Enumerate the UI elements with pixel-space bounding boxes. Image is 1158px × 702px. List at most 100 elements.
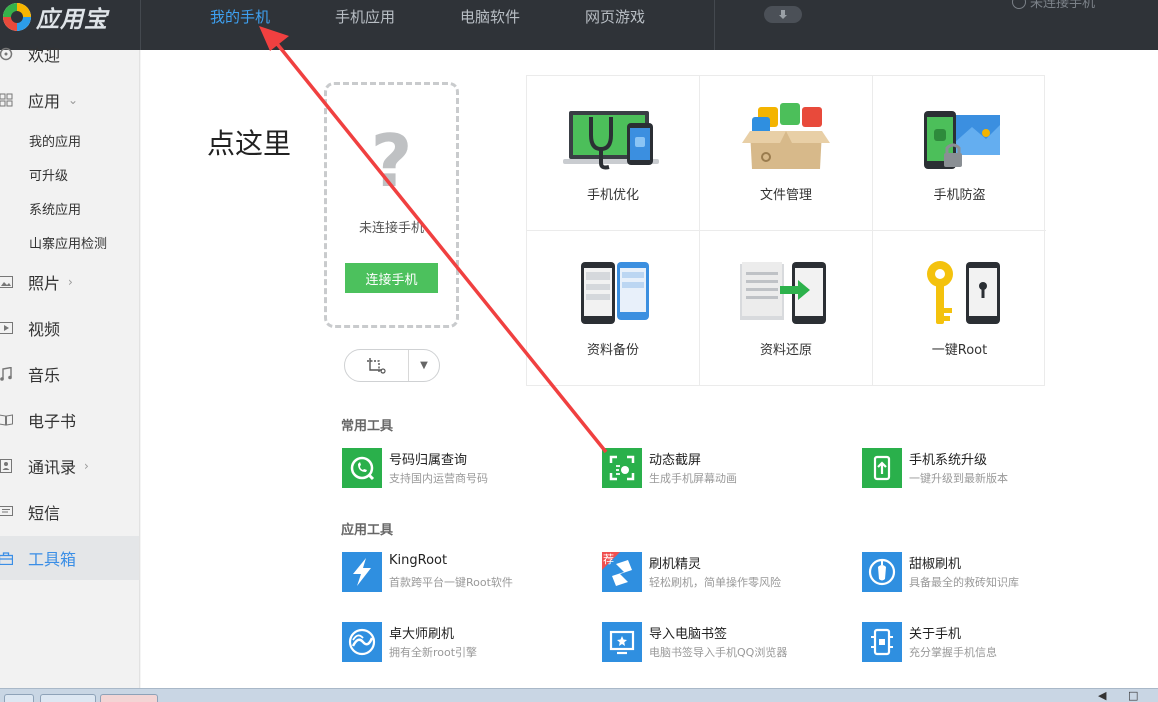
feature-tile-phone-optimize[interactable]: 手机优化 bbox=[527, 76, 700, 231]
recommend-badge: 荐 bbox=[603, 553, 614, 566]
tab-phone-apps[interactable]: 手机应用 bbox=[335, 6, 395, 27]
connection-status[interactable]: 未连接手机 bbox=[1012, 0, 1095, 11]
phone-search-icon bbox=[342, 448, 382, 488]
taskbar-button[interactable] bbox=[40, 694, 96, 702]
sidebar-item-label: 工具箱 bbox=[28, 550, 77, 569]
phone-placeholder-card: ? 未连接手机 连接手机 bbox=[324, 82, 459, 328]
window-icon[interactable]: □ bbox=[1128, 689, 1138, 702]
video-icon bbox=[0, 320, 14, 336]
welcome-icon bbox=[0, 46, 14, 62]
sidebar-subitem-system-apps[interactable]: 系统应用 bbox=[29, 199, 81, 218]
sidebar-item-ebook[interactable]: 电子书 bbox=[0, 404, 139, 436]
taskbar-button[interactable] bbox=[100, 694, 158, 702]
tab-my-phone[interactable]: 我的手机 bbox=[210, 6, 270, 27]
screenshot-button[interactable] bbox=[345, 350, 409, 381]
download-icon bbox=[779, 9, 787, 19]
photo-icon bbox=[0, 274, 14, 290]
sidebar-item-apps[interactable]: 应用 ⌄ bbox=[0, 84, 139, 116]
tool-number-lookup[interactable]: 号码归属查询 支持国内运营商号码 bbox=[342, 448, 582, 490]
sidebar-item-contacts[interactable]: 通讯录 › bbox=[0, 450, 139, 482]
tool-about-phone[interactable]: 关于手机 充分掌握手机信息 bbox=[862, 622, 1102, 664]
question-mark-icon: ? bbox=[370, 119, 413, 203]
tool-kingroot[interactable]: KingRoot 首款跨平台一键Root软件 bbox=[342, 552, 582, 594]
contacts-icon bbox=[0, 458, 14, 474]
tool-name: 动态截屏 bbox=[649, 453, 702, 468]
sidebar-item-video[interactable]: 视频 bbox=[0, 312, 139, 344]
sidebar-item-welcome[interactable]: 欢迎 bbox=[0, 38, 139, 70]
tool-desc: 具备最全的救砖知识库 bbox=[909, 576, 1019, 589]
feature-tile-one-key-root[interactable]: 一键Root bbox=[873, 231, 1046, 386]
pepper-icon bbox=[862, 552, 902, 592]
tool-desc: 充分掌握手机信息 bbox=[909, 646, 997, 659]
divider bbox=[140, 0, 141, 50]
tool-desc: 支持国内运营商号码 bbox=[389, 472, 488, 485]
file-manager-icon bbox=[736, 102, 836, 174]
tool-desc: 一键升级到最新版本 bbox=[909, 472, 1008, 485]
tool-name: KingRoot bbox=[389, 553, 448, 568]
sidebar-item-label: 通讯录 bbox=[28, 458, 77, 477]
data-backup-icon bbox=[563, 257, 663, 329]
feature-tile-label: 手机优化 bbox=[586, 188, 639, 203]
screenshot-dropdown-button[interactable]: ▼ bbox=[409, 360, 439, 371]
feature-tile-anti-theft[interactable]: 手机防盗 bbox=[873, 76, 1046, 231]
tool-system-upgrade[interactable]: 手机系统升级 一键升级到最新版本 bbox=[862, 448, 1102, 490]
tool-flash-wizard[interactable]: 荐 刷机精灵 轻松刷机，简单操作零风险 bbox=[602, 552, 842, 594]
sidebar-item-label: 欢迎 bbox=[28, 46, 61, 65]
feature-tile-data-restore[interactable]: 资料还原 bbox=[700, 231, 873, 386]
toolbox-icon bbox=[0, 550, 14, 566]
bookmark-import-icon bbox=[602, 622, 642, 662]
screen-record-icon bbox=[602, 448, 642, 488]
tool-desc: 电脑书签导入手机QQ浏览器 bbox=[649, 646, 788, 659]
feature-tile-label: 一键Root bbox=[931, 343, 988, 358]
book-icon bbox=[0, 412, 14, 428]
tool-import-bookmarks[interactable]: 导入电脑书签 电脑书签导入手机QQ浏览器 bbox=[602, 622, 842, 664]
feature-tile-data-backup[interactable]: 资料备份 bbox=[527, 231, 700, 386]
sidebar-subitem-fake-app-check[interactable]: 山寨应用检测 bbox=[29, 233, 107, 252]
speaker-icon[interactable]: ◀ bbox=[1098, 689, 1106, 702]
message-icon bbox=[0, 504, 14, 520]
top-bar: 应用宝 我的手机 手机应用 电脑软件 网页游戏 未连接手机 bbox=[0, 0, 1158, 50]
tool-name: 甜椒刷机 bbox=[909, 557, 962, 572]
os-taskbar: ◀ □ bbox=[0, 688, 1158, 702]
phone-info-icon bbox=[862, 622, 902, 662]
sidebar-item-music[interactable]: 音乐 bbox=[0, 358, 139, 390]
tool-desc: 轻松刷机，简单操作零风险 bbox=[649, 576, 781, 589]
tool-desc: 生成手机屏幕动画 bbox=[649, 472, 737, 485]
tool-name: 关于手机 bbox=[909, 627, 962, 642]
tool-zhuodashi-flash[interactable]: 卓大师刷机 拥有全新root引擎 bbox=[342, 622, 582, 664]
feature-tile-file-manager[interactable]: 文件管理 bbox=[700, 76, 873, 231]
tool-desc: 首款跨平台一键Root软件 bbox=[389, 576, 513, 589]
tab-pc-software[interactable]: 电脑软件 bbox=[460, 6, 520, 27]
tab-web-games[interactable]: 网页游戏 bbox=[585, 6, 645, 27]
tool-name: 导入电脑书签 bbox=[649, 627, 728, 642]
sidebar-item-toolbox[interactable]: 工具箱 bbox=[0, 536, 139, 580]
sidebar: 欢迎 应用 ⌄ 我的应用 可升级 系统应用 山寨应用检测 照片 › 视频 音乐 … bbox=[0, 46, 140, 688]
connect-phone-button[interactable]: 连接手机 bbox=[345, 263, 438, 293]
one-key-root-icon bbox=[910, 257, 1010, 329]
feature-tile-label: 文件管理 bbox=[759, 188, 812, 203]
section-title-app-tools: 应用工具 bbox=[341, 523, 394, 538]
screenshot-split-button: ▼ bbox=[344, 349, 440, 382]
not-connected-text: 未连接手机 bbox=[358, 221, 424, 236]
sidebar-item-sms[interactable]: 短信 bbox=[0, 496, 139, 528]
yingyongbao-logo-icon bbox=[3, 3, 31, 31]
feature-grid: 手机优化 文件管理 手机防盗 资料备份 资料还原 一键Root bbox=[526, 75, 1046, 386]
tool-desc: 拥有全新root引擎 bbox=[389, 646, 478, 659]
system-upgrade-icon bbox=[862, 448, 902, 488]
annotation-hint-text: 点这里 bbox=[207, 127, 292, 160]
chevron-right-icon: › bbox=[84, 459, 89, 473]
sidebar-subitem-my-apps[interactable]: 我的应用 bbox=[29, 131, 81, 150]
tool-tianjiao-flash[interactable]: 甜椒刷机 具备最全的救砖知识库 bbox=[862, 552, 1102, 594]
sidebar-item-photos[interactable]: 照片 › bbox=[0, 266, 139, 298]
sidebar-item-label: 电子书 bbox=[28, 412, 77, 431]
tool-name: 号码归属查询 bbox=[389, 453, 468, 468]
chevron-down-icon: ⌄ bbox=[68, 93, 79, 107]
sidebar-subitem-upgradable[interactable]: 可升级 bbox=[29, 165, 68, 184]
download-manager-button[interactable] bbox=[764, 6, 802, 23]
lightning-icon bbox=[342, 552, 382, 592]
taskbar-button[interactable] bbox=[4, 694, 34, 702]
tool-dynamic-screenshot[interactable]: 动态截屏 生成手机屏幕动画 bbox=[602, 448, 842, 490]
data-restore-icon bbox=[736, 257, 836, 329]
divider bbox=[714, 0, 715, 50]
phone-optimize-icon bbox=[563, 102, 663, 174]
